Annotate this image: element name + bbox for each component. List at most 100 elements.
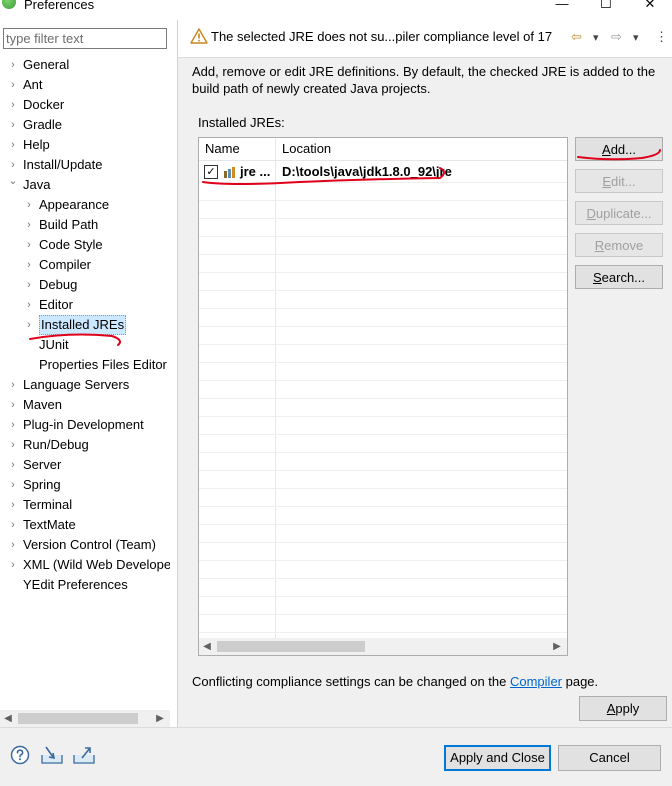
- chevron-right-icon[interactable]: ›: [24, 315, 34, 335]
- filter-input[interactable]: [3, 28, 167, 49]
- forward-menu-chevron-icon[interactable]: ▾: [633, 31, 639, 44]
- cancel-button[interactable]: Cancel: [558, 745, 661, 771]
- tree-item-spring[interactable]: › Spring: [0, 475, 170, 495]
- table-grid-line: [199, 398, 567, 399]
- tree-item-yedit-preferences[interactable]: YEdit Preferences: [0, 575, 170, 595]
- remove-button[interactable]: Remove: [575, 233, 663, 257]
- chevron-right-icon[interactable]: ›: [24, 295, 34, 315]
- tree-item-compiler[interactable]: › Compiler: [0, 255, 170, 275]
- chevron-right-icon[interactable]: ›: [24, 215, 34, 235]
- forward-arrow-icon[interactable]: ⇨: [611, 29, 622, 45]
- help-icon[interactable]: [10, 745, 30, 765]
- chevron-right-icon[interactable]: ›: [24, 275, 34, 295]
- column-header-name[interactable]: Name: [199, 138, 275, 160]
- scrollbar-thumb[interactable]: [217, 641, 365, 652]
- tree-item-textmate[interactable]: › TextMate: [0, 515, 170, 535]
- table-grid-line: [199, 506, 567, 507]
- tree-item-help[interactable]: › Help: [0, 135, 170, 155]
- tree-item-gradle[interactable]: › Gradle: [0, 115, 170, 135]
- tree-item-xml-wild-web-developer[interactable]: › XML (Wild Web Developer): [0, 555, 170, 575]
- jre-name-cell: jre ...: [240, 164, 271, 179]
- preferences-tree[interactable]: › General › Ant › Docker › Gradle › Help › Install/…: [0, 55, 170, 655]
- tree-horizontal-scrollbar[interactable]: ◀ ▶: [0, 710, 170, 727]
- tree-item-install-update[interactable]: › Install/Update: [0, 155, 170, 175]
- tree-item-maven[interactable]: › Maven: [0, 395, 170, 415]
- scroll-left-icon[interactable]: ◀: [199, 638, 215, 655]
- chevron-right-icon[interactable]: ›: [8, 75, 18, 95]
- scroll-left-icon[interactable]: ◀: [0, 710, 16, 727]
- tree-item-installed-jres[interactable]: › Installed JREs: [0, 315, 170, 335]
- tree-item-docker[interactable]: › Docker: [0, 95, 170, 115]
- tree-item-label: Server: [23, 457, 62, 472]
- close-button[interactable]: ✕: [636, 0, 664, 12]
- back-arrow-icon[interactable]: ⇦: [571, 29, 582, 45]
- chevron-right-icon[interactable]: ›: [8, 535, 18, 555]
- column-separator[interactable]: [275, 138, 276, 638]
- chevron-right-icon[interactable]: ›: [8, 495, 18, 515]
- tree-item-terminal[interactable]: › Terminal: [0, 495, 170, 515]
- chevron-right-icon[interactable]: ›: [8, 55, 18, 75]
- chevron-right-icon[interactable]: ›: [8, 435, 18, 455]
- scroll-right-icon[interactable]: ▶: [152, 710, 168, 727]
- minimize-button[interactable]: —: [548, 0, 576, 12]
- table-horizontal-scrollbar[interactable]: ◀ ▶: [199, 638, 567, 655]
- tree-item-ant[interactable]: › Ant: [0, 75, 170, 95]
- chevron-right-icon[interactable]: ›: [8, 555, 18, 575]
- tree-item-label: Gradle: [23, 117, 63, 132]
- chevron-right-icon[interactable]: ›: [8, 95, 18, 115]
- tree-item-properties-files-editor[interactable]: Properties Files Editor: [0, 355, 170, 375]
- apply-and-close-button[interactable]: Apply and Close: [444, 745, 551, 771]
- tree-item-label: JUnit: [39, 337, 69, 352]
- apply-button[interactable]: Apply: [579, 696, 667, 721]
- chevron-right-icon[interactable]: ›: [24, 255, 34, 275]
- tree-item-label: Version Control (Team): [23, 537, 156, 552]
- search-button[interactable]: Search...: [575, 265, 663, 289]
- column-header-location[interactable]: Location: [276, 138, 566, 160]
- scrollbar-thumb[interactable]: [18, 713, 138, 724]
- add-button[interactable]: Add...: [575, 137, 663, 161]
- table-grid-line: [199, 542, 567, 543]
- chevron-right-icon[interactable]: ›: [8, 415, 18, 435]
- tree-item-junit[interactable]: JUnit: [0, 335, 170, 355]
- table-grid-line: [199, 578, 567, 579]
- installed-jres-table[interactable]: Name Location ✓ jre ... D:\tools\java\jd…: [198, 137, 568, 656]
- maximize-button[interactable]: ☐: [592, 0, 620, 12]
- message-text: The selected JRE does not su...piler com…: [211, 29, 553, 44]
- table-grid-line: [199, 596, 567, 597]
- tree-item-java[interactable]: ⌄ Java: [0, 175, 170, 195]
- more-menu-icon[interactable]: ⋮: [655, 29, 668, 45]
- tree-item-run-debug[interactable]: › Run/Debug: [0, 435, 170, 455]
- jre-default-checkbox[interactable]: ✓: [204, 165, 218, 179]
- import-preferences-icon[interactable]: [40, 745, 64, 765]
- chevron-right-icon[interactable]: ›: [8, 135, 18, 155]
- tree-item-plug-in-development[interactable]: › Plug-in Development: [0, 415, 170, 435]
- chevron-down-icon[interactable]: ⌄: [8, 171, 18, 191]
- tree-item-language-servers[interactable]: › Language Servers: [0, 375, 170, 395]
- tree-item-server[interactable]: › Server: [0, 455, 170, 475]
- tree-item-editor[interactable]: › Editor: [0, 295, 170, 315]
- chevron-right-icon[interactable]: ›: [8, 375, 18, 395]
- chevron-right-icon[interactable]: ›: [8, 475, 18, 495]
- chevron-right-icon[interactable]: ›: [8, 455, 18, 475]
- tree-item-code-style[interactable]: › Code Style: [0, 235, 170, 255]
- chevron-right-icon[interactable]: ›: [8, 395, 18, 415]
- chevron-right-icon[interactable]: ›: [24, 195, 34, 215]
- duplicate-button[interactable]: Duplicate...: [575, 201, 663, 225]
- compiler-link[interactable]: Compiler: [510, 674, 562, 689]
- table-grid-line: [199, 614, 567, 615]
- tree-item-version-control-team[interactable]: › Version Control (Team): [0, 535, 170, 555]
- scroll-right-icon[interactable]: ▶: [549, 638, 565, 655]
- chevron-right-icon[interactable]: ›: [24, 235, 34, 255]
- tree-item-appearance[interactable]: › Appearance: [0, 195, 170, 215]
- compliance-note-before: Conflicting compliance settings can be c…: [192, 674, 510, 689]
- back-menu-chevron-icon[interactable]: ▾: [593, 31, 599, 44]
- export-preferences-icon[interactable]: [72, 745, 96, 765]
- tree-item-build-path[interactable]: › Build Path: [0, 215, 170, 235]
- tree-item-debug[interactable]: › Debug: [0, 275, 170, 295]
- chevron-right-icon[interactable]: ›: [8, 115, 18, 135]
- tree-item-general[interactable]: › General: [0, 55, 170, 75]
- table-grid-line: [199, 434, 567, 435]
- edit-button[interactable]: Edit...: [575, 169, 663, 193]
- chevron-right-icon[interactable]: ›: [8, 515, 18, 535]
- tree-item-label: Maven: [23, 397, 63, 412]
